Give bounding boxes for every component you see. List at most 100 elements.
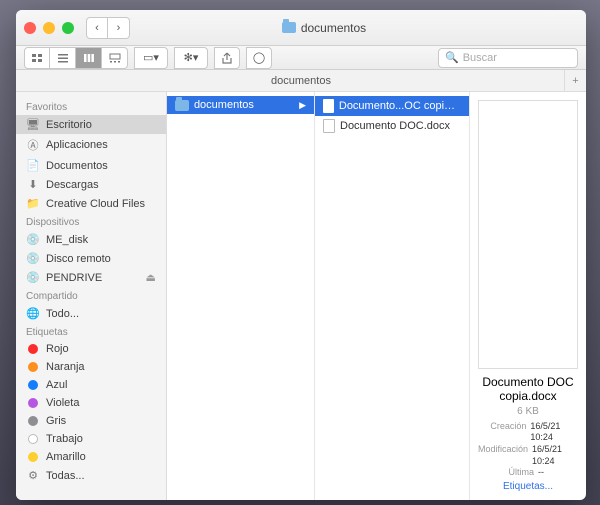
- sidebar-item-label: PENDRIVE: [46, 272, 102, 284]
- forward-button[interactable]: ›: [108, 17, 130, 39]
- sidebar-item-label: Descargas: [46, 179, 99, 191]
- preview-meta-value: 16/5/21 10:24: [530, 421, 578, 444]
- remote-icon: 💿: [26, 252, 40, 265]
- network-icon: 🌐: [26, 307, 40, 320]
- folder-icon: [282, 22, 296, 33]
- sidebar-item-label: Documentos: [46, 160, 108, 172]
- path-label: documentos: [271, 75, 331, 87]
- back-button[interactable]: ‹: [86, 17, 108, 39]
- preview-tags-link[interactable]: Etiquetas...: [503, 481, 553, 492]
- preview-meta-value: --: [538, 467, 544, 479]
- desktop-icon: 🖥: [26, 118, 40, 131]
- path-bar: documentos +: [16, 70, 586, 92]
- preview-meta-row: Modificación16/5/21 10:24: [478, 444, 578, 467]
- tags-button[interactable]: ◯: [246, 47, 272, 69]
- downloads-icon: ⬇: [26, 178, 40, 191]
- preview-meta-row: Última --: [478, 467, 578, 479]
- sidebar-item-amarillo[interactable]: Amarillo: [16, 448, 166, 466]
- document-icon: [323, 99, 334, 113]
- preview-meta-row: Creación16/5/21 10:24: [478, 421, 578, 444]
- column-item[interactable]: Documento DOC.docx: [315, 116, 469, 136]
- sidebar-item-azul[interactable]: Azul: [16, 376, 166, 394]
- tag-icon: [26, 362, 40, 372]
- preview-meta-key: Última: [478, 467, 534, 479]
- sidebar-item-label: Todo...: [46, 308, 79, 320]
- sidebar-item-label: Gris: [46, 415, 66, 427]
- zoom-icon[interactable]: [62, 22, 74, 34]
- column-item-label: Documento...OC copia.docx: [339, 100, 461, 112]
- apps-icon: Ⓐ: [26, 137, 40, 153]
- sidebar-item-aplicaciones[interactable]: Ⓐ Aplicaciones: [16, 134, 166, 156]
- view-column-button[interactable]: [76, 47, 102, 69]
- window-title: documentos: [138, 21, 510, 35]
- sidebar-item-me-disk[interactable]: 💿ME_disk: [16, 230, 166, 249]
- sidebar-item-todo-[interactable]: 🌐 Todo...: [16, 304, 166, 323]
- sidebar: Favoritos🖥EscritorioⒶAplicaciones📄Docume…: [16, 92, 167, 500]
- sidebar-item-violeta[interactable]: Violeta: [16, 394, 166, 412]
- sidebar-item-todas-[interactable]: ⚙ Todas...: [16, 466, 166, 485]
- finder-window: ‹ › documentos ▭▾ ✻▾ ◯ 🔍 Buscar document…: [16, 10, 586, 500]
- sidebar-item-rojo[interactable]: Rojo: [16, 340, 166, 358]
- share-button[interactable]: [214, 47, 240, 69]
- view-gallery-button[interactable]: [102, 47, 128, 69]
- window-controls: [24, 22, 74, 34]
- view-mode-segment: [24, 47, 128, 69]
- sidebar-item-label: Aplicaciones: [46, 139, 108, 151]
- action-button[interactable]: ✻▾: [174, 47, 208, 69]
- preview-thumbnail: [478, 100, 578, 369]
- alltags-icon: ⚙: [26, 469, 40, 482]
- preview-meta-key: Creación: [478, 421, 526, 444]
- folder-icon: 📁: [26, 197, 40, 210]
- view-list-button[interactable]: [50, 47, 76, 69]
- arrange-button[interactable]: ▭▾: [134, 47, 168, 69]
- sidebar-item-label: Naranja: [46, 361, 85, 373]
- window-title-text: documentos: [301, 21, 366, 35]
- preview-meta-table: Creación16/5/21 10:24Modificación16/5/21…: [478, 421, 578, 479]
- sidebar-item-escritorio[interactable]: 🖥Escritorio: [16, 115, 166, 134]
- tag-icon: [26, 344, 40, 354]
- sidebar-item-label: Trabajo: [46, 433, 83, 445]
- sidebar-item-trabajo[interactable]: Trabajo: [16, 430, 166, 448]
- folder-icon: [175, 100, 189, 111]
- tag-icon: [26, 452, 40, 462]
- tag-icon: [26, 416, 40, 426]
- preview-meta-value: 16/5/21 10:24: [532, 444, 578, 467]
- preview-size: 6 KB: [517, 406, 539, 417]
- sidebar-item-descargas[interactable]: ⬇ Descargas: [16, 175, 166, 194]
- docs-icon: 📄: [26, 159, 40, 172]
- sidebar-item-documentos[interactable]: 📄 Documentos: [16, 156, 166, 175]
- sidebar-item-pendrive[interactable]: 💿 PENDRIVE ⏏: [16, 268, 166, 287]
- add-tab-button[interactable]: +: [564, 70, 586, 91]
- nav-buttons: ‹ ›: [86, 17, 130, 39]
- column-item[interactable]: documentos ▶: [167, 96, 314, 114]
- sidebar-item-label: ME_disk: [46, 234, 88, 246]
- eject-icon[interactable]: ⏏: [146, 271, 156, 284]
- column-item-label: documentos: [194, 99, 254, 111]
- view-icon-button[interactable]: [24, 47, 50, 69]
- tag-icon: [26, 398, 40, 408]
- chevron-right-icon: ▶: [299, 100, 306, 111]
- close-icon[interactable]: [24, 22, 36, 34]
- column-item-label: Documento DOC.docx: [340, 120, 450, 132]
- sidebar-header: Compartido: [16, 287, 166, 304]
- sidebar-item-creative-cloud-files[interactable]: 📁Creative Cloud Files: [16, 194, 166, 213]
- sidebar-item-disco-remoto[interactable]: 💿 Disco remoto: [16, 249, 166, 268]
- sidebar-item-label: Azul: [46, 379, 67, 391]
- toolbar: ▭▾ ✻▾ ◯ 🔍 Buscar: [16, 46, 586, 70]
- preview-meta-key: Modificación: [478, 444, 528, 467]
- sidebar-item-label: Disco remoto: [46, 253, 111, 265]
- search-placeholder: Buscar: [463, 52, 497, 64]
- sidebar-item-label: Todas...: [46, 470, 85, 482]
- disk-icon: 💿: [26, 271, 40, 284]
- search-input[interactable]: 🔍 Buscar: [438, 48, 578, 68]
- arrange-group: ▭▾: [134, 47, 168, 69]
- column-item[interactable]: Documento...OC copia.docx: [315, 96, 469, 116]
- titlebar: ‹ › documentos: [16, 10, 586, 46]
- sidebar-item-gris[interactable]: Gris: [16, 412, 166, 430]
- minimize-icon[interactable]: [43, 22, 55, 34]
- preview-filename: Documento DOC copia.docx: [478, 375, 578, 404]
- document-icon: [323, 119, 335, 133]
- sidebar-item-label: Amarillo: [46, 451, 86, 463]
- column-0: documentos ▶: [167, 92, 315, 500]
- sidebar-item-naranja[interactable]: Naranja: [16, 358, 166, 376]
